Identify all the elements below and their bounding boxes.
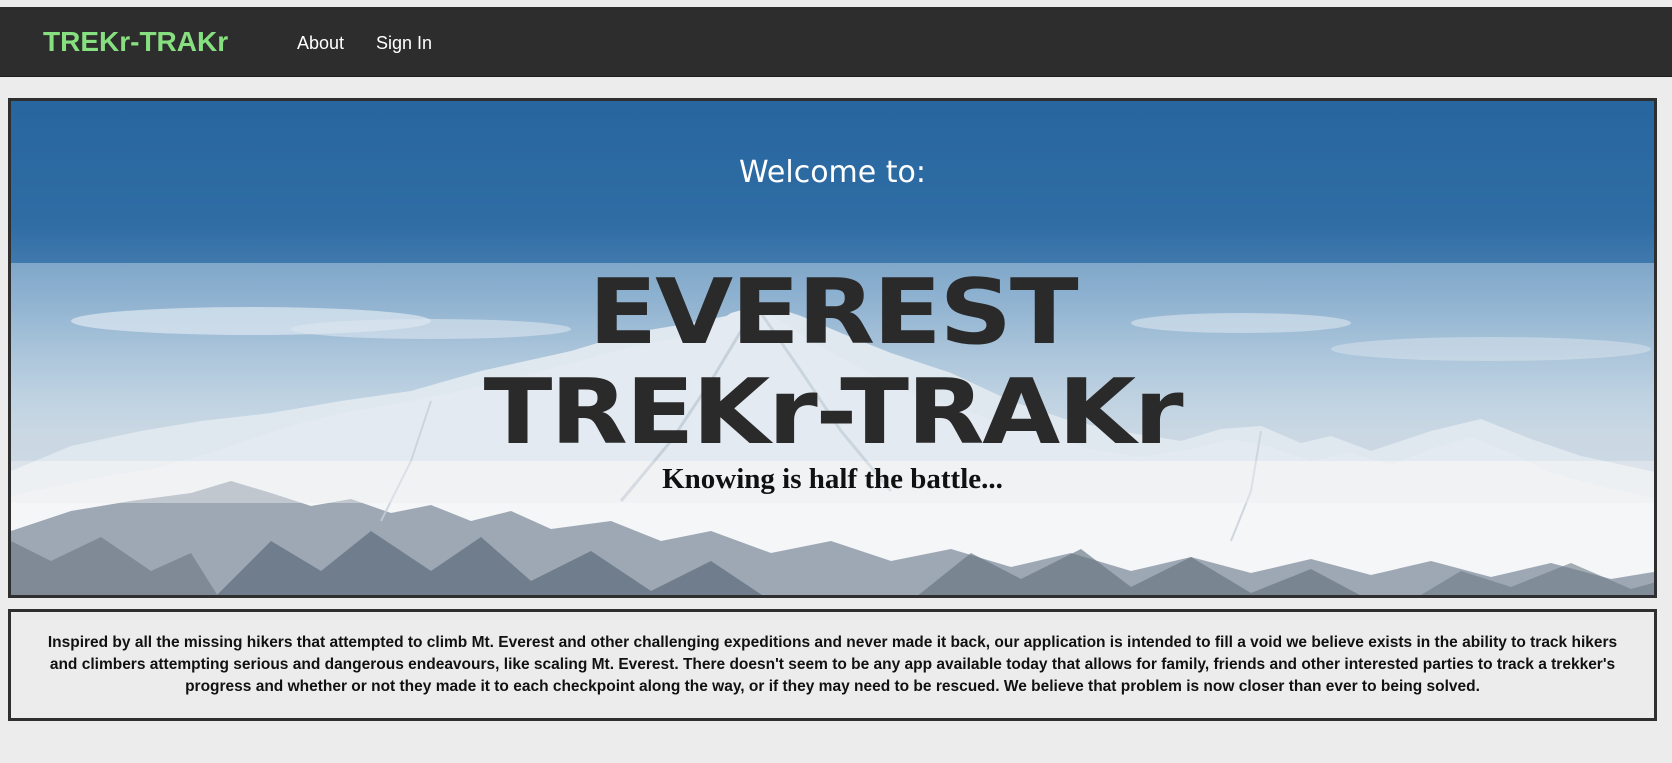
hero-title-line-2: TREKr-TRAKr [483, 360, 1184, 465]
nav-link-about[interactable]: About [297, 33, 344, 54]
top-navbar: TREKr-TRAKr About Sign In [0, 7, 1672, 77]
brand-logo-link[interactable]: TREKr-TRAKr [43, 26, 228, 58]
page: TREKr-TRAKr About Sign In Welcome to: EV… [0, 0, 1672, 763]
hero-welcome-text: Welcome to: [739, 155, 926, 190]
about-description-text: Inspired by all the missing hikers that … [47, 634, 1618, 695]
nav-link-sign-in[interactable]: Sign In [376, 33, 432, 54]
hero-banner: Welcome to: EVEREST TREKr-TRAKr Knowing … [8, 98, 1657, 598]
hero-tagline: Knowing is half the battle... [662, 463, 1003, 495]
about-description-box: Inspired by all the missing hikers that … [8, 609, 1657, 721]
viewport: TREKr-TRAKr About Sign In Welcome to: EV… [0, 0, 1672, 763]
hero-title-line-1: EVEREST [588, 260, 1079, 365]
